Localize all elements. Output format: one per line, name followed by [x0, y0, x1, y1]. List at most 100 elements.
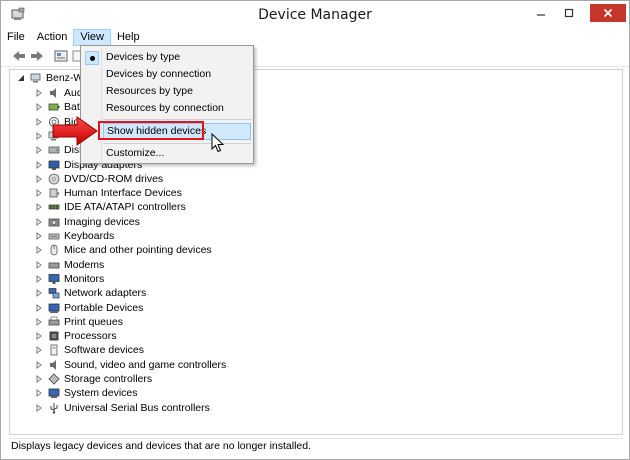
- tree-item[interactable]: Portable Devices: [35, 301, 143, 315]
- expand-arrow-icon[interactable]: [35, 89, 43, 97]
- menu-separator: [103, 143, 251, 144]
- device-manager-window: Device Manager File Action View Help Ben…: [0, 0, 630, 460]
- expand-arrow-icon[interactable]: [35, 303, 43, 312]
- forward-arrow-icon: [31, 51, 43, 61]
- expand-arrow-icon[interactable]: [35, 232, 43, 240]
- tree-root[interactable]: Benz-W: [17, 71, 83, 85]
- cpu-icon: [49, 331, 59, 341]
- tree-item[interactable]: IDE ATA/ATAPI controllers: [35, 200, 186, 214]
- camera-icon: [48, 218, 60, 227]
- tree-item[interactable]: Modems: [35, 258, 104, 272]
- menu-item-devices-by-type[interactable]: Devices by type: [103, 49, 251, 66]
- menu-action[interactable]: Action: [31, 29, 74, 46]
- properties-icon: [54, 50, 68, 62]
- tree-item[interactable]: Software devices: [35, 343, 144, 357]
- printer-icon: [48, 316, 60, 326]
- software-icon: [50, 344, 58, 356]
- close-button[interactable]: [590, 4, 626, 22]
- expand-arrow-icon[interactable]: [35, 360, 43, 369]
- title-bar[interactable]: Device Manager: [1, 1, 629, 29]
- modem-icon: [48, 262, 60, 268]
- tree-item-label: IDE ATA/ATAPI controllers: [64, 201, 186, 214]
- tree-item-label: Mice and other pointing devices: [64, 244, 212, 257]
- tree-item[interactable]: Universal Serial Bus controllers: [35, 401, 210, 415]
- tree-item-label: Monitors: [64, 272, 105, 285]
- usb-icon: [50, 402, 58, 414]
- tree-item-label: Modems: [64, 258, 105, 271]
- expand-arrow-icon[interactable]: [35, 103, 43, 112]
- tree-item[interactable]: Processors: [35, 329, 117, 343]
- expand-arrow-icon[interactable]: [35, 189, 43, 198]
- radio-checked-icon: [85, 51, 99, 65]
- tree-root-label: Benz-W: [46, 72, 84, 84]
- speaker-icon: [50, 88, 56, 98]
- tree-item[interactable]: Mice and other pointing devices: [35, 243, 212, 257]
- menu-view[interactable]: View: [73, 29, 111, 46]
- speaker-icon: [50, 359, 56, 370]
- menu-separator: [103, 119, 251, 120]
- tree-item[interactable]: System devices: [35, 386, 138, 400]
- maximize-button[interactable]: [557, 3, 581, 23]
- tree-item-label: Network adapters: [64, 287, 147, 300]
- display-icon: [48, 160, 60, 170]
- keyboard-icon: [48, 233, 60, 240]
- tree-item-label: Keyboards: [64, 230, 115, 242]
- expand-arrow-icon[interactable]: [35, 146, 43, 155]
- tree-item-label: System devices: [64, 387, 138, 400]
- tree-item[interactable]: Monitors: [35, 272, 104, 286]
- collapse-arrow-icon[interactable]: [17, 74, 25, 82]
- annotation-highlight-box: [98, 121, 204, 140]
- tree-item-label: Portable Devices: [64, 301, 144, 314]
- menu-item-customize[interactable]: Customize...: [103, 145, 251, 162]
- storage-icon: [48, 373, 60, 385]
- mouse-icon: [50, 244, 58, 256]
- expand-arrow-icon[interactable]: [35, 332, 43, 341]
- battery-icon: [48, 103, 60, 111]
- close-icon: [603, 8, 613, 18]
- tree-item[interactable]: Keyboards: [35, 229, 114, 243]
- menu-item-devices-by-connection[interactable]: Devices by connection: [103, 66, 251, 83]
- expand-arrow-icon[interactable]: [35, 389, 43, 398]
- tree-item[interactable]: Storage controllers: [35, 372, 152, 386]
- expand-arrow-icon[interactable]: [35, 260, 43, 269]
- expand-arrow-icon[interactable]: [35, 375, 43, 383]
- tree-item-label: Imaging devices: [64, 215, 140, 228]
- tree-item[interactable]: Batt: [35, 100, 83, 114]
- tree-item[interactable]: Imaging devices: [35, 215, 140, 229]
- menu-help[interactable]: Help: [111, 29, 146, 46]
- menu-item-resources-by-type[interactable]: Resources by type: [103, 83, 251, 100]
- forward-button[interactable]: [29, 48, 45, 64]
- expand-arrow-icon[interactable]: [35, 203, 43, 212]
- menu-item-resources-by-connection[interactable]: Resources by connection: [103, 100, 251, 117]
- expand-arrow-icon[interactable]: [35, 289, 43, 298]
- maximize-icon: [564, 8, 574, 18]
- network-icon: [48, 288, 60, 299]
- back-button[interactable]: [11, 48, 27, 64]
- expand-arrow-icon[interactable]: [35, 117, 43, 126]
- expand-arrow-icon[interactable]: [35, 246, 43, 255]
- tree-item[interactable]: Aud: [35, 86, 83, 100]
- menu-file[interactable]: File: [1, 29, 31, 46]
- ide-icon: [48, 204, 60, 210]
- tree-item[interactable]: DVD/CD-ROM drives: [35, 172, 163, 186]
- expand-arrow-icon[interactable]: [35, 160, 43, 169]
- tree-item[interactable]: Sound, video and game controllers: [35, 358, 226, 372]
- expand-arrow-icon[interactable]: [35, 274, 43, 283]
- annotation-arrow-icon: [52, 116, 98, 146]
- minimize-button[interactable]: [529, 3, 553, 23]
- properties-toolbar-button[interactable]: [53, 48, 69, 64]
- tree-item-label: Storage controllers: [64, 373, 153, 385]
- expand-arrow-icon[interactable]: [35, 131, 43, 140]
- expand-arrow-icon[interactable]: [35, 346, 43, 355]
- tree-item[interactable]: Network adapters: [35, 286, 146, 300]
- tree-item-label: Universal Serial Bus controllers: [64, 401, 210, 414]
- expand-arrow-icon[interactable]: [35, 217, 43, 226]
- expand-arrow-icon[interactable]: [35, 317, 43, 326]
- expand-arrow-icon[interactable]: [35, 174, 43, 183]
- tree-item[interactable]: Human Interface Devices: [35, 186, 182, 200]
- expand-arrow-icon[interactable]: [35, 403, 43, 412]
- tree-item[interactable]: Print queues: [35, 315, 123, 329]
- monitor-icon: [48, 273, 60, 284]
- system-icon: [48, 388, 60, 399]
- tree-item-label: Software devices: [64, 344, 144, 357]
